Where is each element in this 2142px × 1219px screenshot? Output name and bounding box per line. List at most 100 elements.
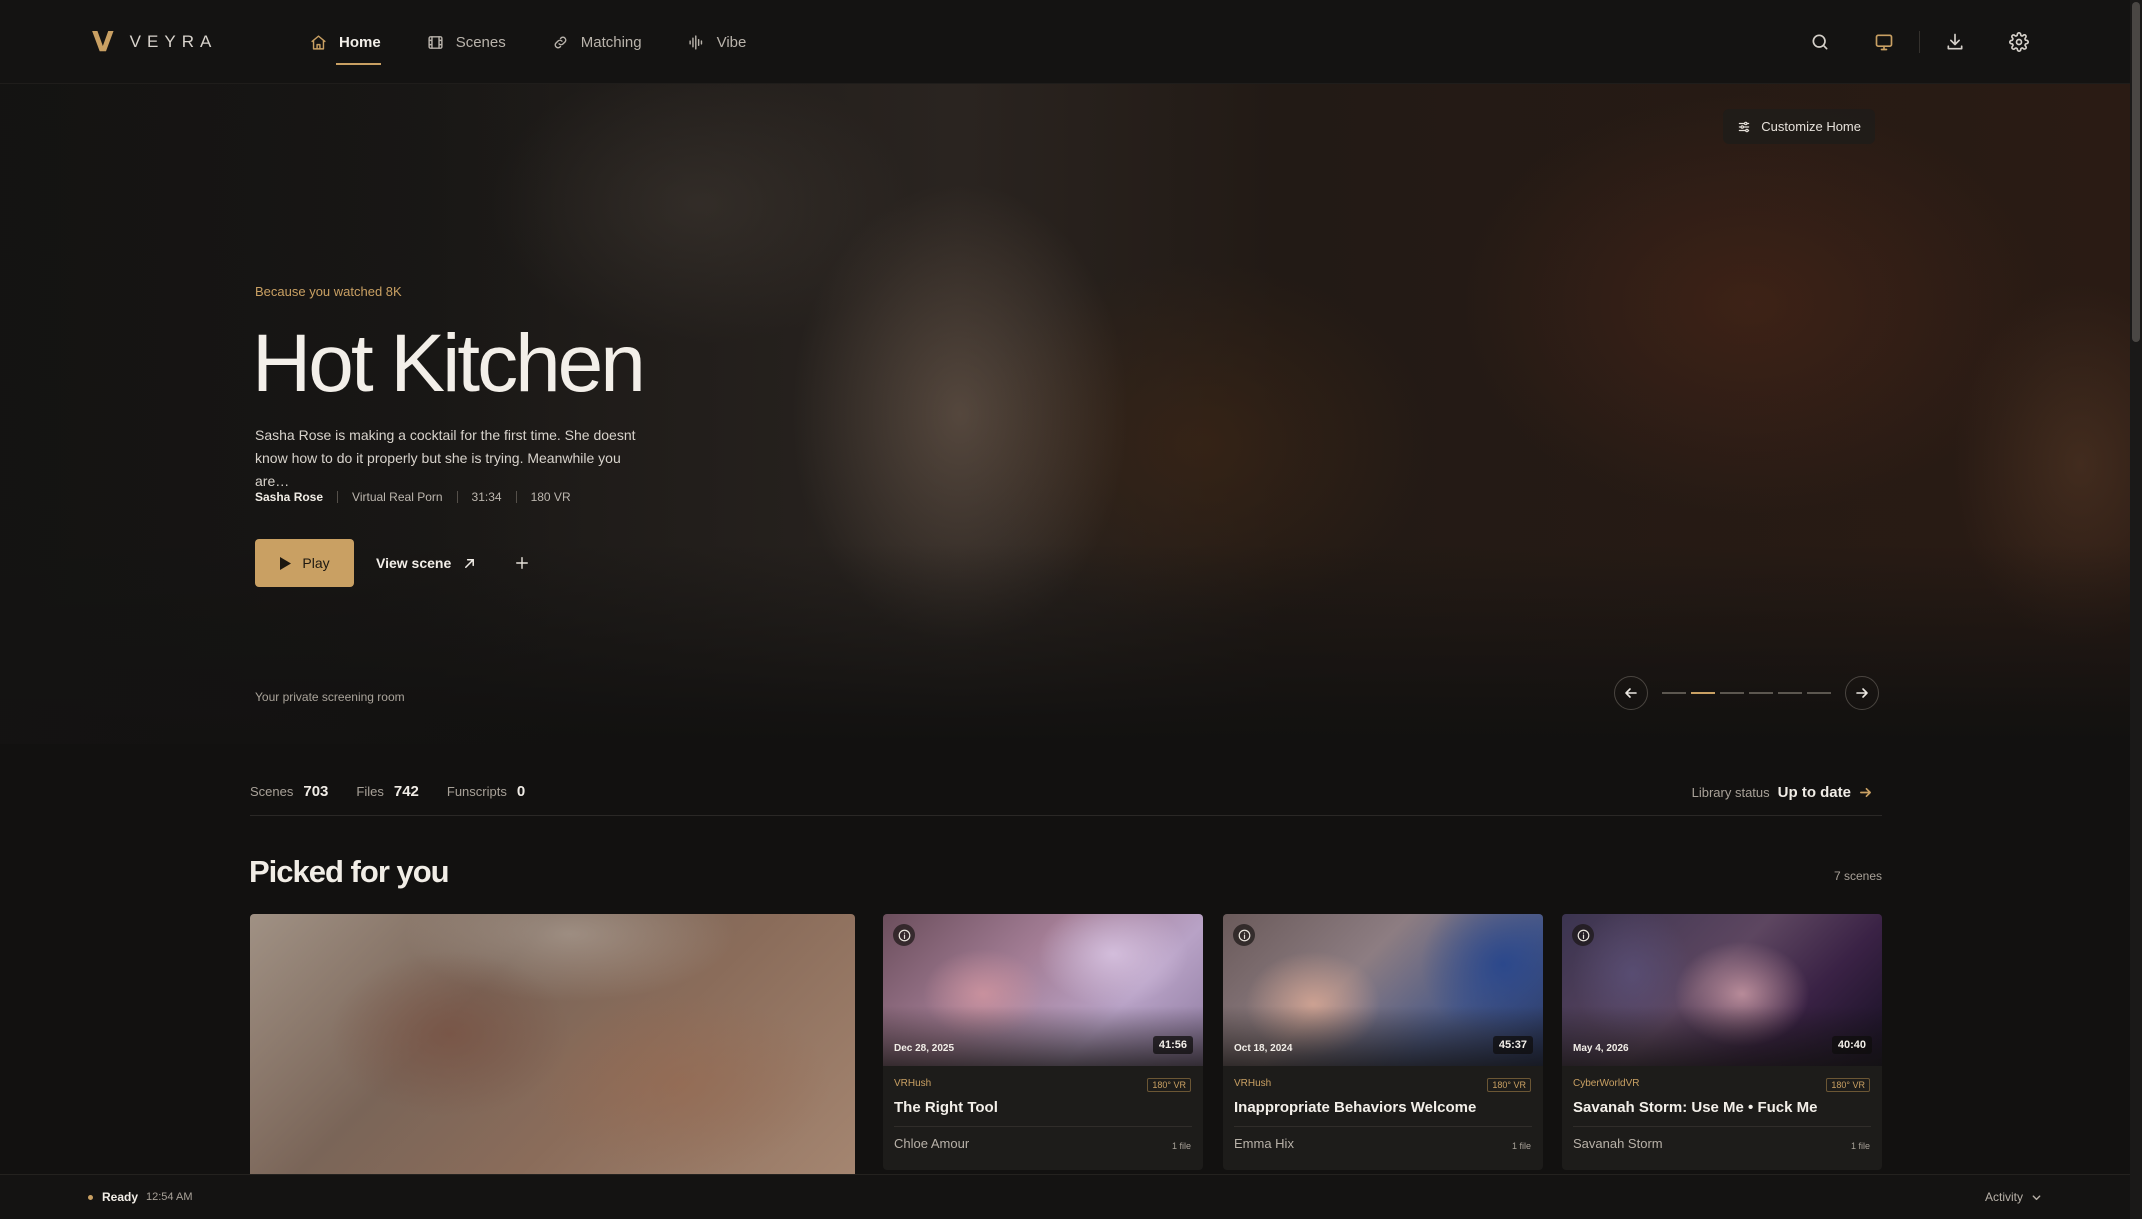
scene-performer[interactable]: Chloe Amour	[894, 1136, 1192, 1151]
arrow-up-right-icon	[465, 558, 475, 568]
sliders-icon	[1739, 121, 1750, 132]
home-icon	[311, 34, 326, 50]
hero-performer[interactable]: Sasha Rose	[255, 490, 323, 504]
scrollbar-thumb[interactable]	[2132, 2, 2140, 342]
meta-divider	[337, 491, 339, 503]
scene-card[interactable]: May 4, 2026 40:40 CyberWorldVR 180° VR S…	[1562, 914, 1882, 1170]
stat-funscripts-label: Funscripts	[446, 784, 507, 799]
carousel-indicator[interactable]	[1691, 692, 1715, 694]
scene-thumbnail[interactable]: May 4, 2026 40:40	[1562, 914, 1882, 1066]
info-icon	[1238, 929, 1250, 941]
carousel-indicator[interactable]	[1720, 692, 1744, 694]
play-icon	[280, 556, 292, 570]
info-button[interactable]	[1233, 924, 1255, 946]
brand-mark: V	[92, 25, 114, 58]
nav-vibe[interactable]: Vibe	[688, 0, 747, 84]
search-button[interactable]	[1809, 31, 1831, 53]
hero-title: Hot Kitchen	[252, 318, 646, 409]
scene-performer[interactable]: Emma Hix	[1234, 1136, 1532, 1151]
scene-thumbnail[interactable]: Dec 28, 2025 41:56	[883, 914, 1203, 1066]
status-indicator	[88, 1195, 93, 1200]
scene-card[interactable]: Oct 18, 2024 45:37 VRHush 180° VR Inappr…	[1223, 914, 1543, 1170]
stat-files-label: Files	[356, 784, 384, 799]
scene-card[interactable]: Dec 28, 2025 41:56 VRHush 180° VR The Ri…	[883, 914, 1203, 1170]
hero-tagline: Your private screening room	[255, 690, 405, 704]
play-button[interactable]: Play	[255, 539, 354, 587]
carousel-indicator[interactable]	[1778, 692, 1802, 694]
section-title: Picked for you	[249, 854, 450, 889]
add-to-list-button[interactable]	[514, 555, 530, 571]
view-scene-label: View scene	[376, 555, 452, 571]
nav-scenes-label: Scenes	[455, 33, 506, 51]
top-navigation: V VEYRA Home Scenes Matching Vibe	[0, 0, 2130, 84]
view-scene-button[interactable]: View scene	[376, 555, 476, 571]
library-status-link[interactable]: Library status Up to date	[1692, 768, 1872, 816]
arrow-left-icon	[1625, 688, 1637, 698]
meta-divider	[456, 491, 458, 503]
brand-name: VEYRA	[129, 32, 218, 51]
hero-actions: Play View scene	[255, 539, 530, 587]
nav-scenes[interactable]: Scenes	[427, 0, 506, 84]
display-button[interactable]	[1873, 31, 1895, 53]
hero-format: 180 VR	[530, 490, 571, 504]
scene-title[interactable]: The Right Tool	[894, 1099, 1192, 1127]
scene-date: May 4, 2026	[1573, 1043, 1629, 1054]
scene-date: Oct 18, 2024	[1234, 1043, 1293, 1054]
info-icon	[1577, 929, 1589, 941]
arrow-right-icon	[1860, 787, 1871, 797]
activity-toggle[interactable]: Activity	[1985, 1190, 2042, 1204]
waveform-icon	[689, 34, 702, 50]
scene-title[interactable]: Inappropriate Behaviors Welcome	[1234, 1099, 1532, 1127]
hero-studio[interactable]: Virtual Real Porn	[352, 490, 443, 504]
scene-date: Dec 28, 2025	[894, 1043, 955, 1054]
format-badge: 180° VR	[1147, 1078, 1191, 1092]
nav-vibe-label: Vibe	[716, 33, 747, 51]
nav-home[interactable]: Home	[310, 0, 381, 84]
scene-card-body: CyberWorldVR 180° VR Savanah Storm: Use …	[1562, 1066, 1882, 1151]
status-state: Ready	[102, 1190, 139, 1204]
carousel-indicator[interactable]	[1662, 692, 1686, 694]
info-button[interactable]	[1572, 924, 1594, 946]
stat-scenes-label: Scenes	[250, 784, 294, 799]
carousel-prev-button[interactable]	[1614, 676, 1648, 710]
stat-files: Files 742	[356, 783, 418, 800]
download-button[interactable]	[1944, 31, 1966, 53]
hero-description: Sasha Rose is making a cocktail for the …	[255, 427, 636, 489]
carousel-controls	[1614, 676, 1879, 710]
carousel-indicator[interactable]	[1807, 692, 1831, 694]
hero-eyebrow: Because you watched 8K	[255, 284, 402, 299]
stat-scenes: Scenes 703	[250, 783, 328, 800]
nav-divider	[1919, 31, 1920, 53]
scene-thumbnail[interactable]: Oct 18, 2024 45:37	[1223, 914, 1543, 1066]
link-icon	[554, 36, 567, 48]
scene-card-body: VRHush 180° VR Inappropriate Behaviors W…	[1223, 1066, 1543, 1151]
carousel-indicator[interactable]	[1749, 692, 1773, 694]
search-icon	[1812, 34, 1828, 50]
play-label: Play	[302, 555, 330, 571]
library-status-value: Up to date	[1777, 783, 1851, 801]
scene-duration: 40:40	[1831, 1036, 1872, 1054]
status-bar: Ready 12:54 AM Activity	[0, 1174, 2130, 1219]
page-scrollbar[interactable]	[2130, 0, 2142, 1219]
featured-scene-card[interactable]	[250, 914, 855, 1184]
library-status-label: Library status	[1691, 784, 1770, 800]
carousel-next-button[interactable]	[1845, 676, 1879, 710]
customize-home-button[interactable]: Customize Home	[1723, 109, 1875, 144]
nav-matching[interactable]: Matching	[552, 0, 642, 84]
carousel-indicators	[1662, 692, 1831, 694]
scene-title[interactable]: Savanah Storm: Use Me • Fuck Me	[1573, 1099, 1871, 1127]
gear-icon	[2009, 32, 2029, 52]
scene-duration: 41:56	[1152, 1036, 1193, 1054]
info-icon	[898, 929, 910, 941]
stat-files-value: 742	[393, 783, 419, 800]
settings-button[interactable]	[2008, 31, 2030, 53]
info-button[interactable]	[893, 924, 915, 946]
meta-divider	[515, 491, 517, 503]
format-badge: 180° VR	[1487, 1078, 1531, 1092]
brand-logo[interactable]: V VEYRA	[92, 28, 217, 56]
stat-funscripts-value: 0	[516, 783, 526, 800]
scene-performer[interactable]: Savanah Storm	[1573, 1136, 1871, 1151]
monitor-icon	[1875, 34, 1893, 51]
activity-label: Activity	[1984, 1190, 2023, 1204]
library-stats: Scenes 703 Files 742 Funscripts 0 Librar…	[250, 768, 1882, 816]
